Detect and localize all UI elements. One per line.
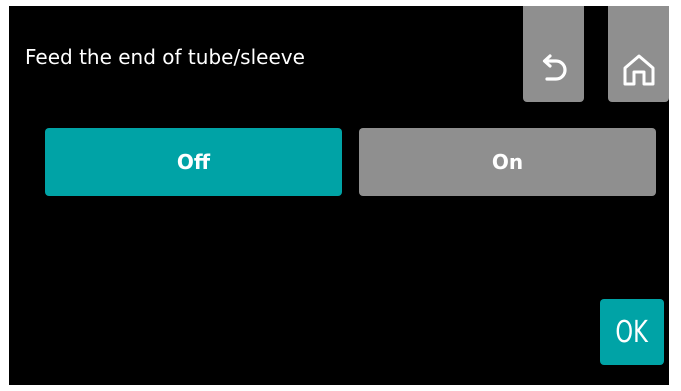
- back-button[interactable]: [523, 6, 584, 102]
- device-display: Feed the end of tube/sleeve Off On OK: [9, 6, 669, 385]
- off-option-button[interactable]: Off: [45, 128, 342, 196]
- screen: Feed the end of tube/sleeve Off On OK: [0, 0, 681, 391]
- ok-button[interactable]: OK: [600, 299, 664, 365]
- undo-arrow-icon: [542, 54, 567, 81]
- home-icon: [623, 54, 654, 86]
- on-option-button[interactable]: On: [359, 128, 656, 196]
- home-button[interactable]: [608, 6, 669, 102]
- ok-button-label: OK: [615, 314, 649, 350]
- page-title: Feed the end of tube/sleeve: [25, 45, 305, 69]
